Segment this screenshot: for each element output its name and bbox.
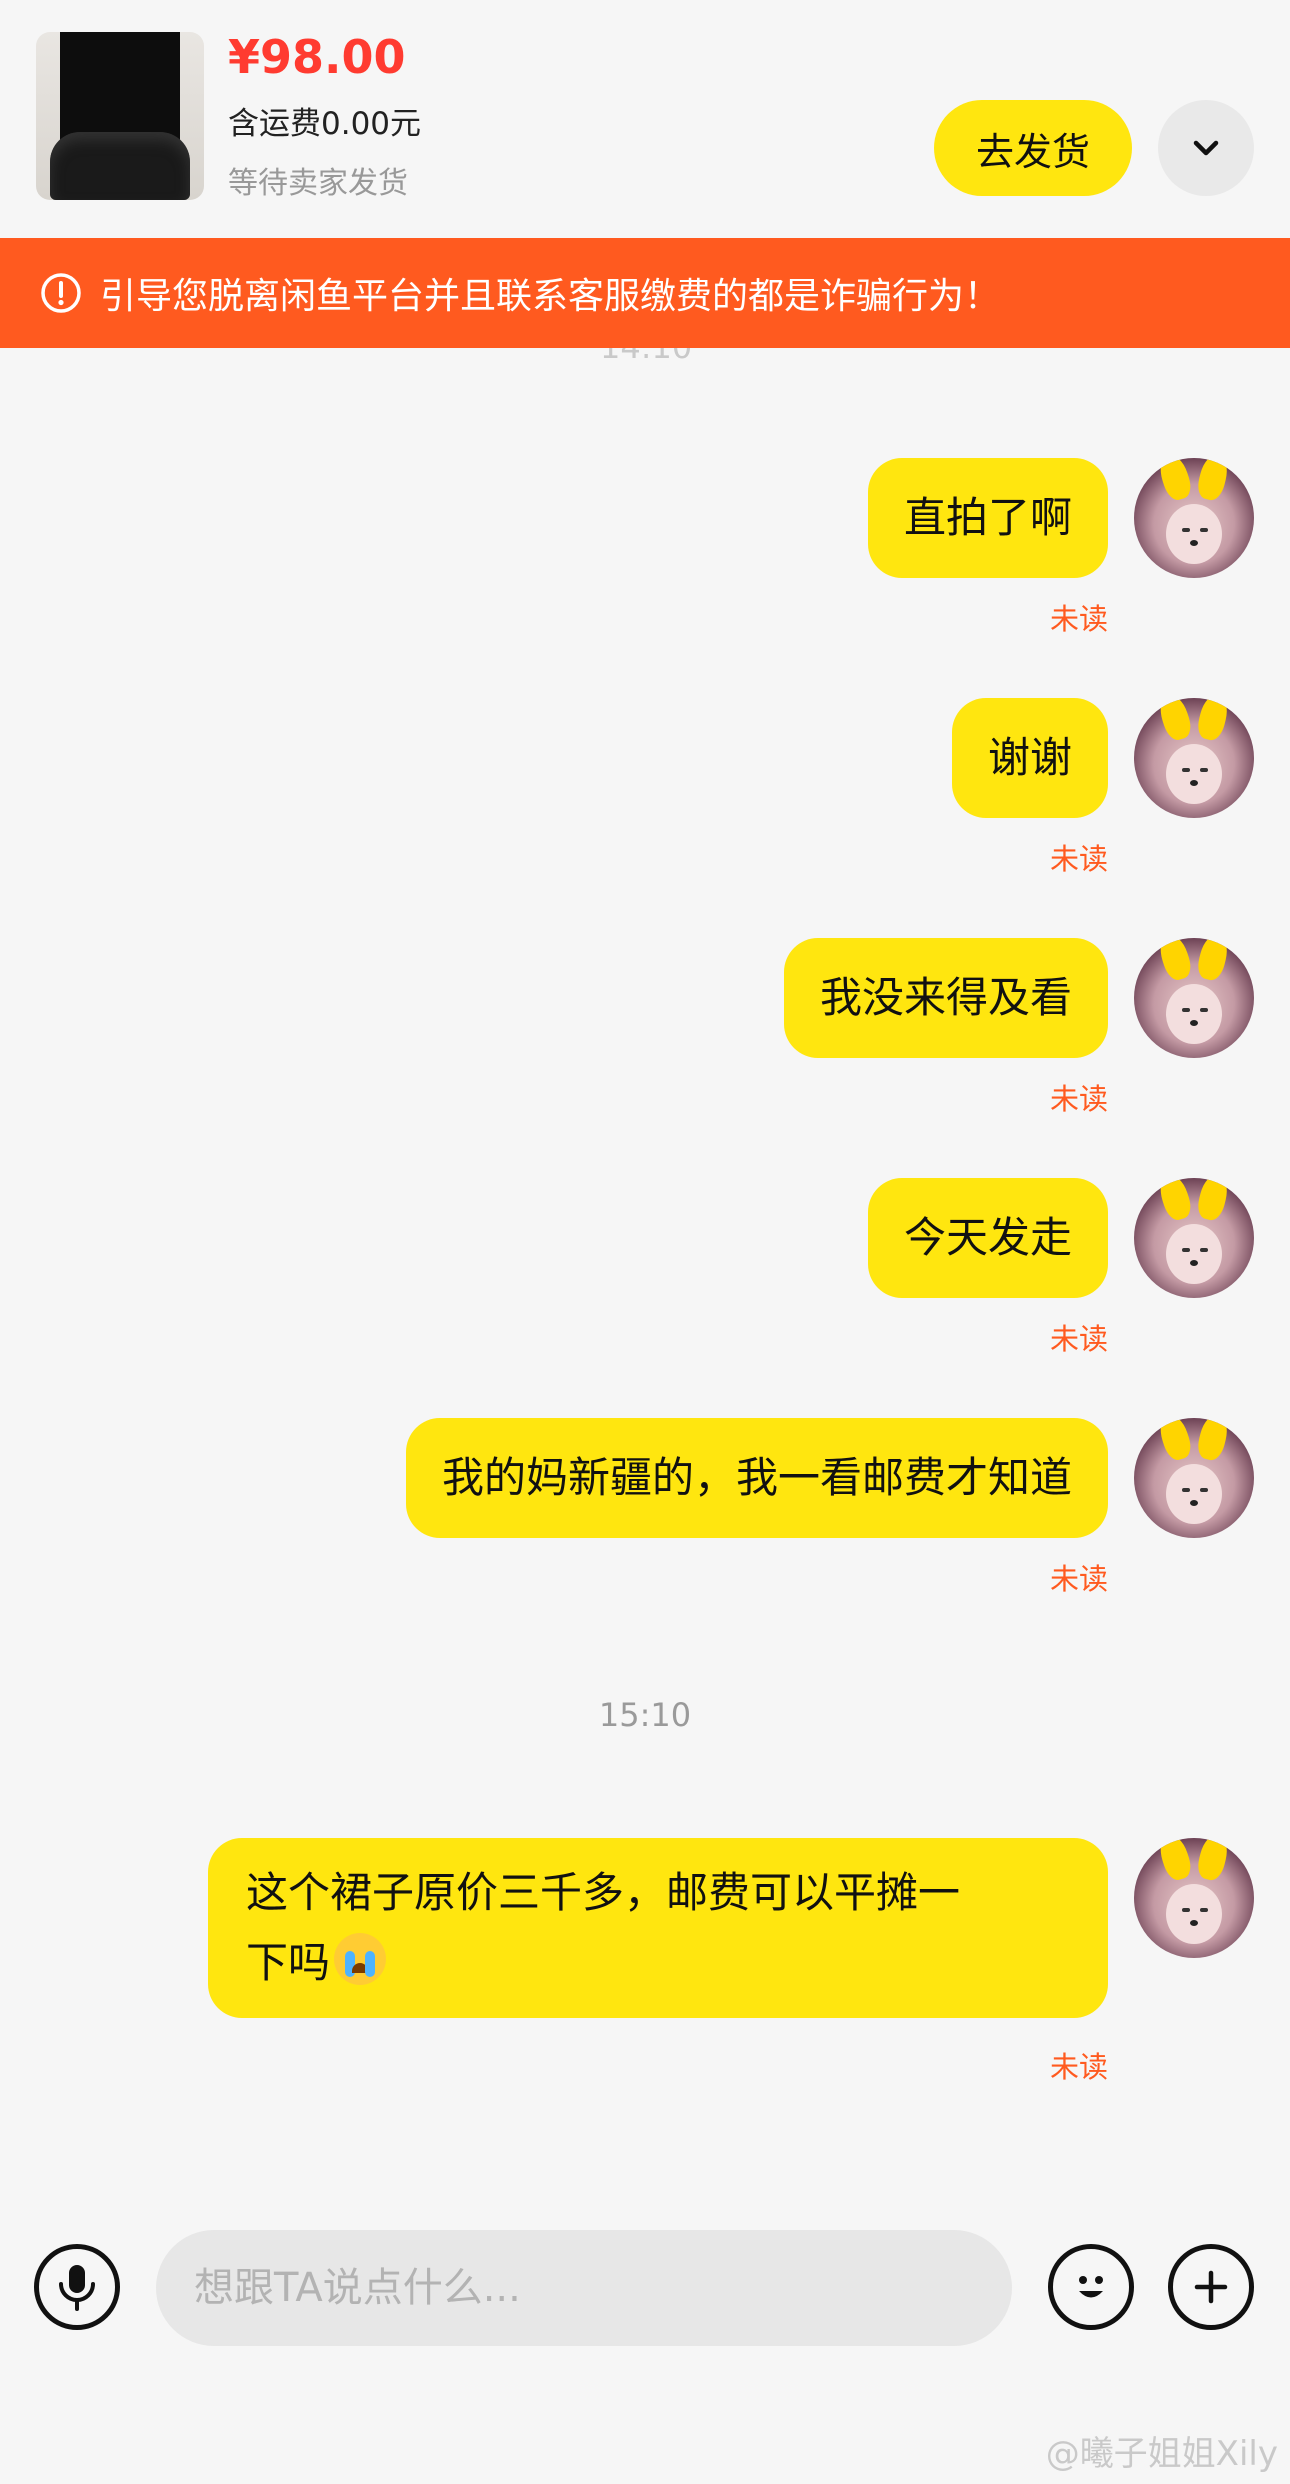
avatar[interactable] bbox=[1134, 458, 1254, 578]
product-thumbnail[interactable] bbox=[36, 32, 204, 200]
emoji-button[interactable] bbox=[1048, 2244, 1134, 2330]
read-status: 未读 bbox=[1049, 1562, 1108, 1596]
plus-icon bbox=[1194, 2270, 1228, 2304]
message-bubble[interactable]: 今天发走 bbox=[867, 1178, 1108, 1298]
avatar[interactable] bbox=[1134, 1838, 1254, 1958]
weibo-watermark: @曦子姐姐Xily bbox=[1045, 2434, 1278, 2474]
message-bubble[interactable]: 我的妈新疆的，我一看邮费才知道 bbox=[405, 1418, 1108, 1538]
message-bubble[interactable]: 直拍了啊 bbox=[867, 458, 1108, 578]
order-price: ¥98.00 bbox=[228, 30, 406, 84]
read-status: 未读 bbox=[1049, 2050, 1108, 2084]
ship-button[interactable]: 去发货 bbox=[934, 100, 1132, 196]
read-status: 未读 bbox=[1049, 1322, 1108, 1356]
smiley-icon bbox=[1079, 2276, 1103, 2298]
message-bubble[interactable]: 这个裙子原价三千多，邮费可以平摊一 下吗 bbox=[208, 1838, 1108, 2018]
message-input[interactable] bbox=[156, 2230, 1012, 2346]
avatar[interactable] bbox=[1134, 1178, 1254, 1298]
message-line: 这个裙子原价三千多，邮费可以平摊一 bbox=[246, 1868, 961, 1917]
read-status: 未读 bbox=[1049, 842, 1108, 876]
read-status: 未读 bbox=[1049, 1082, 1108, 1116]
more-button[interactable] bbox=[1168, 2244, 1254, 2330]
chat-timestamp: 15:10 bbox=[598, 1696, 692, 1734]
avatar[interactable] bbox=[1134, 938, 1254, 1058]
microphone-icon bbox=[59, 2265, 95, 2311]
avatar[interactable] bbox=[1134, 698, 1254, 818]
expand-button[interactable] bbox=[1158, 100, 1254, 196]
message-bubble[interactable]: 谢谢 bbox=[951, 698, 1108, 818]
chevron-down-icon bbox=[1193, 140, 1219, 156]
shipping-fee: 含运费0.00元 bbox=[228, 106, 422, 142]
crying-face-emoji bbox=[334, 1933, 387, 1985]
order-header: ¥98.00 含运费0.00元 等待卖家发货 去发货 bbox=[0, 0, 1290, 238]
fraud-warning-banner: 引导您脱离闲鱼平台并且联系客服缴费的都是诈骗行为！ bbox=[0, 238, 1290, 348]
avatar[interactable] bbox=[1134, 1418, 1254, 1538]
message-line: 下吗 bbox=[246, 1938, 331, 1987]
message-bubble[interactable]: 我没来得及看 bbox=[783, 938, 1108, 1058]
warning-text: 引导您脱离闲鱼平台并且联系客服缴费的都是诈骗行为！ bbox=[100, 276, 1001, 317]
order-status: 等待卖家发货 bbox=[228, 166, 408, 201]
voice-button[interactable] bbox=[34, 2244, 120, 2330]
fur-trim-image bbox=[50, 132, 190, 200]
read-status: 未读 bbox=[1049, 602, 1108, 636]
exclamation-circle-icon bbox=[41, 273, 81, 313]
